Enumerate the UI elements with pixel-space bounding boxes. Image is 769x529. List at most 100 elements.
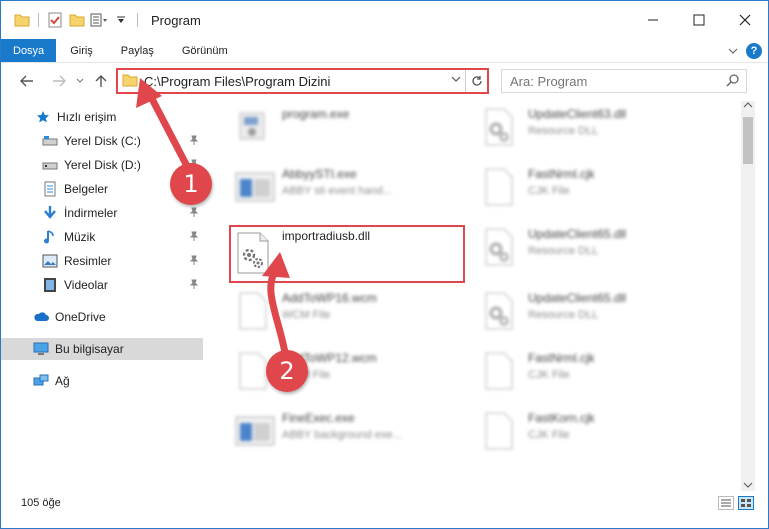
sidebar-item-label: OneDrive [55,310,106,324]
sidebar-item-pictures[interactable]: Resimler [1,250,203,272]
item-count: 105 öğe [21,497,61,509]
file-item[interactable]: FastKorn.cjk CJK File [476,405,711,455]
sidebar-item-onedrive[interactable]: OneDrive [1,306,203,328]
view-options-icon[interactable] [90,11,108,29]
network-icon [33,373,49,389]
file-item[interactable]: UpdateClient65.dll Resource DLL [476,221,711,271]
back-button[interactable] [15,69,39,93]
sidebar-item-label: Müzik [64,230,96,244]
help-icon[interactable]: ? [746,43,762,59]
file-type: ABBY sti event hand... [282,185,392,197]
file-list: program.exe AbbyySTI.exe ABBY sti event … [206,101,741,483]
file-item[interactable]: UpdateClient63.dll Resource DLL [476,101,711,151]
sidebar-item-label: Belgeler [64,182,109,196]
pin-icon [189,207,199,220]
file-name: AddToWP16.wcm [282,291,377,305]
sidebar-item-this-pc[interactable]: Bu bilgisayar [1,338,203,360]
file-item[interactable]: UpdateClient65.dll Resource DLL [476,285,711,335]
sidebar-item-local-disk-c[interactable]: Yerel Disk (C:) [1,130,203,152]
file-highlight-box [229,225,465,283]
file-name: UpdateClient65.dll [528,291,627,305]
scroll-down-icon[interactable] [743,481,753,491]
file-type: WCM File [282,309,331,321]
sidebar-item-label: Videolar [64,278,108,292]
address-path[interactable]: C:\Program Files\Program Dizini [144,74,330,89]
customize-toolbar-icon[interactable] [112,11,130,29]
file-name: FastNrml.cjk [528,351,595,365]
sidebar-item-music[interactable]: Müzik [1,226,203,248]
sidebar-item-downloads[interactable]: İndirmeler [1,202,203,224]
file-item[interactable]: program.exe [230,101,465,151]
search-input[interactable] [502,73,712,89]
star-icon [35,109,51,125]
window-title: Program [151,12,201,28]
drive-icon [42,133,58,149]
properties-icon[interactable] [46,11,64,29]
recent-locations-icon[interactable] [73,69,87,93]
file-item[interactable]: FineExec.exe ABBY background exe... [230,405,465,455]
file-type: CJK File [528,185,570,197]
sidebar-item-label: İndirmeler [64,206,118,220]
search-box[interactable] [501,69,747,93]
explorer-window: Program Dosya Giriş Paylaş Görünüm ? C:\… [0,0,769,529]
scrollbar-thumb[interactable] [743,117,753,164]
sidebar-item-videos[interactable]: Videolar [1,274,203,296]
sidebar-item-label: Hızlı erişim [57,110,117,124]
separator [38,13,39,27]
details-view-icon[interactable] [718,496,734,510]
folder-icon [122,73,138,90]
minimize-button[interactable] [630,1,676,39]
file-type: Resource DLL [528,245,599,257]
close-button[interactable] [722,1,768,39]
up-button[interactable] [89,69,113,93]
search-icon [726,73,740,90]
sidebar-item-label: Ağ [55,374,70,388]
tab-home[interactable]: Giriş [56,39,107,62]
file-name: program.exe [282,107,350,121]
scroll-up-icon[interactable] [743,101,753,111]
large-icons-view-icon[interactable] [738,496,754,510]
file-icon [234,291,272,331]
ribbon-tabs: Dosya Giriş Paylaş Görünüm ? [1,39,768,63]
file-item[interactable]: AbbyySTI.exe ABBY sti event hand... [230,161,465,211]
exe-file-icon [234,411,275,451]
vertical-scrollbar[interactable] [741,101,755,491]
sidebar-item-label: Yerel Disk (C:) [64,134,141,148]
quick-access-toolbar [1,11,141,29]
file-type: CJK File [528,369,570,381]
file-name: FastKorn.cjk [528,411,595,425]
maximize-button[interactable] [676,1,722,39]
ribbon-right: ? [728,41,762,61]
file-type: CJK File [528,429,570,441]
address-dropdown-icon[interactable] [451,74,461,86]
window-controls [630,1,768,39]
file-name: AbbyySTI.exe [282,167,357,181]
sidebar-item-network[interactable]: Ağ [1,370,203,392]
computer-icon [33,341,49,357]
file-name: UpdateClient65.dll [528,227,627,241]
video-icon [42,277,58,293]
sidebar-item-quick-access[interactable]: Hızlı erişim [1,106,203,128]
expand-ribbon-icon[interactable] [728,44,738,58]
address-bar[interactable]: C:\Program Files\Program Dizini [116,68,489,94]
file-item[interactable]: FastNrml.cjk CJK File [476,345,711,395]
file-icon [480,411,518,451]
dll-file-icon [480,227,518,267]
tab-file[interactable]: Dosya [1,39,57,62]
tab-share[interactable]: Paylaş [107,39,168,62]
sidebar-item-label: Bu bilgisayar [55,342,124,356]
refresh-button[interactable] [465,70,487,92]
new-folder-icon[interactable] [68,11,86,29]
download-icon [42,205,58,221]
folder-icon [13,11,31,29]
tab-view[interactable]: Görünüm [168,39,242,62]
navigation-bar: C:\Program Files\Program Dizini [1,64,768,98]
forward-button[interactable] [47,69,71,93]
file-item[interactable]: FastNrml.cjk CJK File [476,161,711,211]
sidebar-item-label: Yerel Disk (D:) [64,158,141,172]
file-item[interactable]: AddToWP16.wcm WCM File [230,285,465,335]
music-icon [42,229,58,245]
file-name: FastNrml.cjk [528,167,595,181]
pin-icon [189,255,199,268]
callout-badge-2: 2 [266,350,308,392]
